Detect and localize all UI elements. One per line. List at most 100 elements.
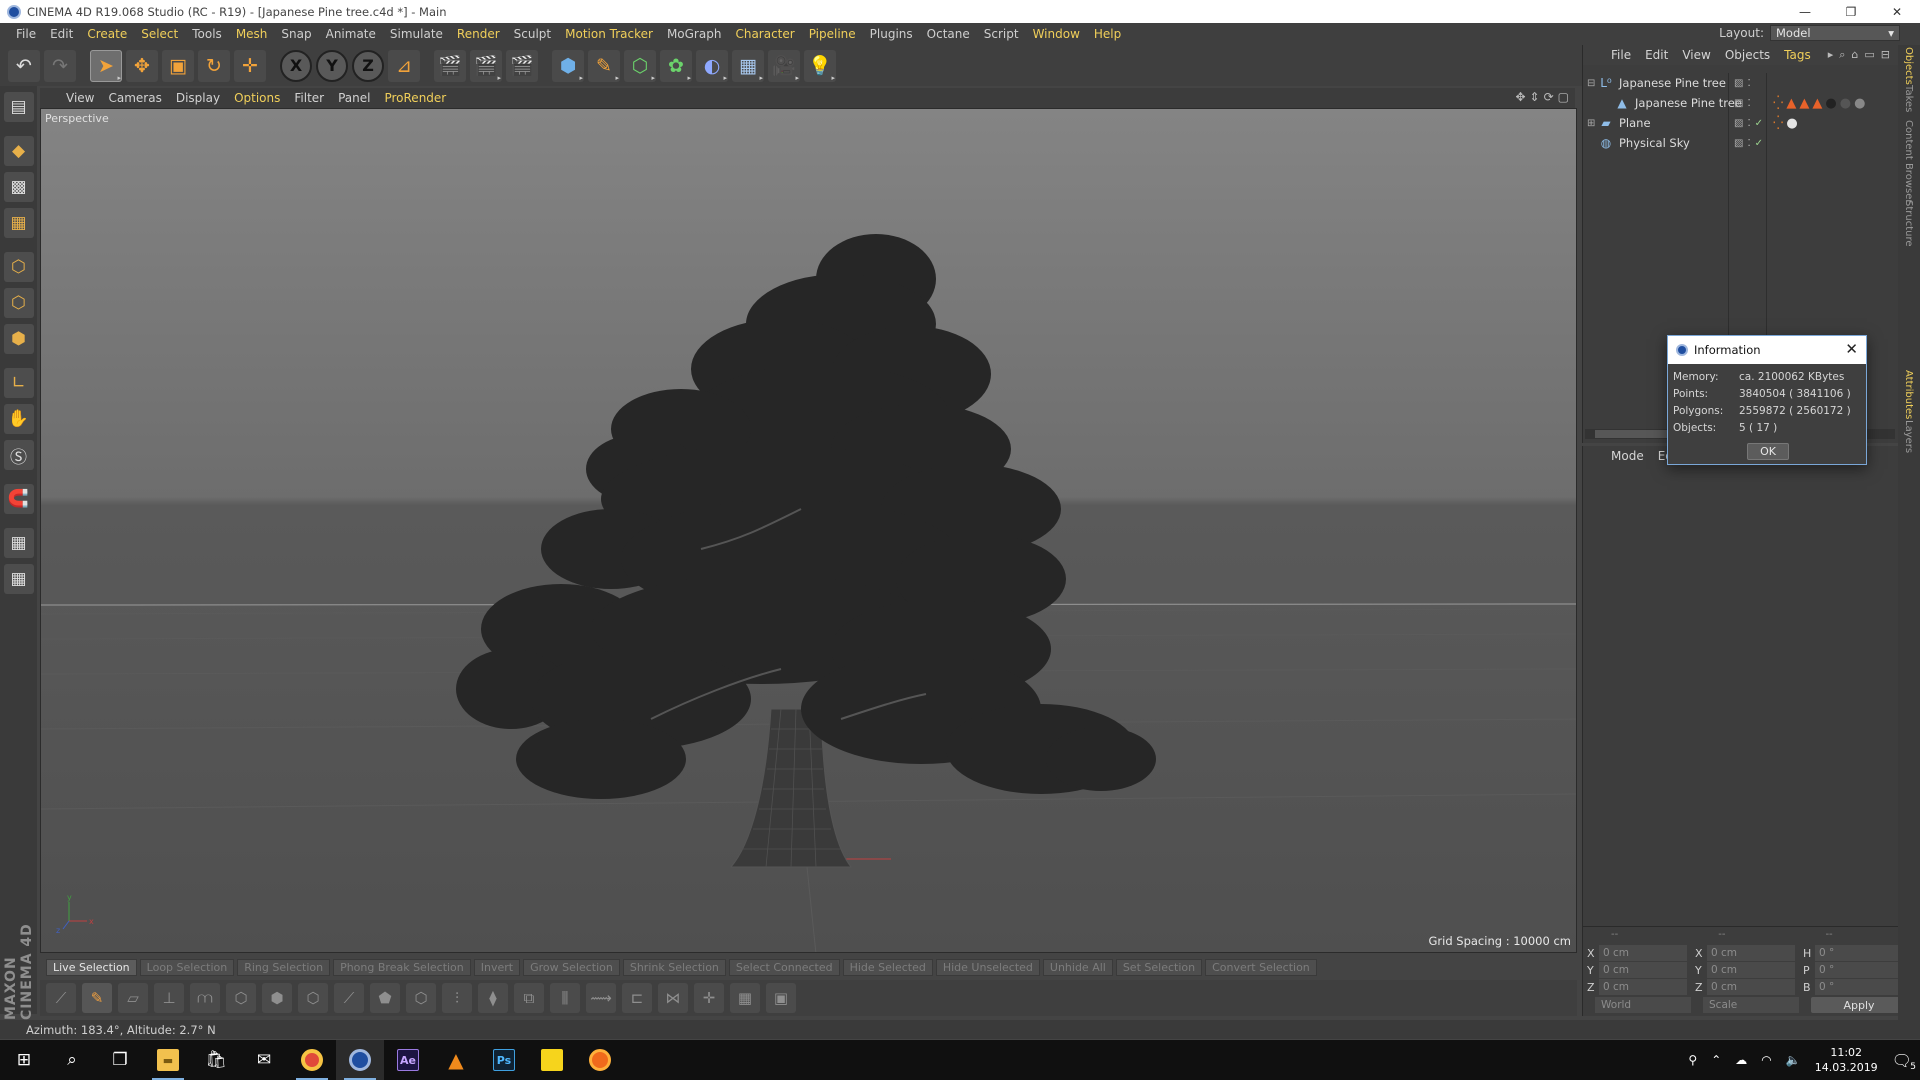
- close-button[interactable]: ✕: [1874, 0, 1920, 23]
- brush-tool-button[interactable]: ✎: [82, 983, 112, 1013]
- visibility-flags[interactable]: ▨ ⁚ ✓: [1734, 138, 1763, 149]
- object-menu-tags[interactable]: Tags: [1784, 48, 1811, 62]
- tweak-mode-button[interactable]: ✋: [3, 404, 34, 434]
- render-view-button[interactable]: 🎬: [434, 49, 466, 82]
- search-icon[interactable]: ⌕: [48, 1040, 96, 1080]
- extrude-button[interactable]: ⊥: [154, 983, 184, 1013]
- layout-dropdown[interactable]: Model ▾: [1770, 25, 1900, 41]
- object-menu-file[interactable]: File: [1611, 48, 1631, 62]
- vlc-icon[interactable]: ▲: [432, 1040, 480, 1080]
- menu-simulate[interactable]: Simulate: [383, 27, 450, 41]
- sticky-notes-icon[interactable]: [528, 1040, 576, 1080]
- rotation-value-input[interactable]: 0 °: [1815, 945, 1903, 961]
- volume-icon[interactable]: 🔈: [1786, 1053, 1801, 1067]
- bevel-button[interactable]: ⬡: [226, 983, 256, 1013]
- object-name[interactable]: Japanese Pine tree: [1635, 96, 1742, 110]
- task-view-icon[interactable]: ❐: [96, 1040, 144, 1080]
- orbit-icon[interactable]: ⟳: [1544, 90, 1554, 104]
- rotation-value-input[interactable]: 0 °: [1815, 962, 1903, 978]
- zoom-icon[interactable]: ⇕: [1530, 90, 1540, 104]
- minimize-panel-icon[interactable]: ▭: [1864, 48, 1874, 62]
- side-tab-layers[interactable]: Layers: [1903, 420, 1914, 453]
- side-tab-takes[interactable]: Takes: [1903, 85, 1914, 112]
- cube-button[interactable]: ⬢ ▸: [552, 49, 584, 82]
- spline-pen-button[interactable]: ✎ ▸: [588, 49, 620, 82]
- light-button[interactable]: 💡 ▸: [804, 49, 836, 82]
- material-tag-icon[interactable]: ●: [1854, 96, 1865, 111]
- menu-mograph[interactable]: MoGraph: [660, 27, 729, 41]
- object-name[interactable]: Plane: [1619, 116, 1651, 130]
- onedrive-cloud-icon[interactable]: ☁: [1735, 1053, 1747, 1067]
- scale-dropdown[interactable]: Scale: [1703, 997, 1799, 1013]
- search-icon[interactable]: ⌕: [1839, 48, 1845, 62]
- menu-help[interactable]: Help: [1087, 27, 1128, 41]
- y-axis-lock-button[interactable]: Y: [316, 49, 348, 82]
- z-axis-lock-button[interactable]: Z: [352, 49, 384, 82]
- viewport-menu-view[interactable]: View: [66, 91, 94, 105]
- side-tab-attributes[interactable]: Attributes: [1903, 370, 1914, 419]
- people-icon[interactable]: ⚲: [1688, 1053, 1697, 1067]
- layer-icon[interactable]: ▨: [1734, 118, 1743, 129]
- menu-mesh[interactable]: Mesh: [229, 27, 275, 41]
- add-point-button[interactable]: ✛: [694, 983, 724, 1013]
- select-connected-button[interactable]: Select Connected: [728, 958, 840, 976]
- object-menu-view[interactable]: View: [1682, 48, 1710, 62]
- axis-mode-button[interactable]: ∟: [3, 368, 34, 398]
- polygon-pen-button[interactable]: ▱: [118, 983, 148, 1013]
- material-tag-icon[interactable]: ●: [1825, 96, 1836, 111]
- firefox-icon[interactable]: [576, 1040, 624, 1080]
- uvw-tag-icon[interactable]: ⁛: [1773, 96, 1783, 111]
- live-selection-button[interactable]: Live Selection: [46, 958, 137, 976]
- object-name[interactable]: Physical Sky: [1619, 136, 1690, 150]
- coordinate-system-button[interactable]: ⊿: [388, 49, 420, 82]
- viewport-menu-cameras[interactable]: Cameras: [108, 91, 161, 105]
- position-value-input[interactable]: 0 cm: [1599, 979, 1687, 995]
- menu-edit[interactable]: Edit: [43, 27, 80, 41]
- slide-button[interactable]: ⧉: [514, 983, 544, 1013]
- convert-selection-button[interactable]: Convert Selection: [1205, 958, 1317, 976]
- redo-button[interactable]: ↷: [44, 49, 76, 82]
- expand-toggle-icon[interactable]: ⊞: [1587, 118, 1597, 129]
- store-icon[interactable]: 🛍: [192, 1040, 240, 1080]
- chevron-up-icon[interactable]: ⌃: [1711, 1053, 1721, 1067]
- after-effects-icon[interactable]: Ae: [384, 1040, 432, 1080]
- phong-tag-icon[interactable]: ▲: [1786, 96, 1796, 111]
- home-icon[interactable]: ⌂: [1851, 48, 1858, 62]
- menu-character[interactable]: Character: [728, 27, 801, 41]
- recent-tools-button[interactable]: ✛: [234, 49, 266, 82]
- menu-sculpt[interactable]: Sculpt: [507, 27, 558, 41]
- dialog-close-icon[interactable]: ✕: [1845, 340, 1858, 358]
- object-menu-edit[interactable]: Edit: [1645, 48, 1668, 62]
- make-editable-button[interactable]: ▤: [3, 92, 34, 122]
- shrink-selection-button[interactable]: Shrink Selection: [622, 958, 726, 976]
- lock-panel-icon[interactable]: ⊟: [1881, 48, 1890, 62]
- viewport-menu-panel[interactable]: Panel: [338, 91, 370, 105]
- connect-points-button[interactable]: ⊏: [622, 983, 652, 1013]
- grow-selection-button[interactable]: Grow Selection: [523, 958, 620, 976]
- mail-icon[interactable]: ✉: [240, 1040, 288, 1080]
- invert-button[interactable]: Invert: [473, 958, 521, 976]
- uvw-tag-icon[interactable]: ⁛: [1773, 116, 1783, 131]
- weld-button[interactable]: ⬡: [406, 983, 436, 1013]
- points-mode-button[interactable]: ⬡: [3, 252, 34, 282]
- phong-tag-icon[interactable]: ▲: [1799, 96, 1809, 111]
- render-picture-viewer-button[interactable]: 🎬 ▸: [470, 49, 502, 82]
- world-dropdown[interactable]: World: [1595, 997, 1691, 1013]
- chrome-icon[interactable]: [288, 1040, 336, 1080]
- move-tool-button[interactable]: ✥: [126, 49, 158, 82]
- menu-snap[interactable]: Snap: [274, 27, 318, 41]
- windows-start-icon[interactable]: ⊞: [0, 1040, 48, 1080]
- close-hole-button[interactable]: ⬡: [298, 983, 328, 1013]
- pan-icon[interactable]: ✥: [1515, 90, 1525, 104]
- workplane-align-button[interactable]: ▦: [3, 564, 34, 594]
- wifi-icon[interactable]: ◠: [1761, 1053, 1771, 1067]
- object-row[interactable]: ⊞ ▰ Plane ▨ ⁚ ✓ ⁛ ●: [1583, 113, 1899, 133]
- magnet-tool-button[interactable]: ⫶: [442, 983, 472, 1013]
- subdivide-button[interactable]: ▦: [730, 983, 760, 1013]
- apply-button[interactable]: Apply: [1811, 997, 1907, 1013]
- loop-selection-button[interactable]: Loop Selection: [139, 958, 235, 976]
- notification-icon[interactable]: 🗨 5: [1892, 1051, 1916, 1072]
- file-explorer-icon[interactable]: ▬: [144, 1040, 192, 1080]
- minimize-button[interactable]: —: [1782, 0, 1828, 23]
- photoshop-icon[interactable]: Ps: [480, 1040, 528, 1080]
